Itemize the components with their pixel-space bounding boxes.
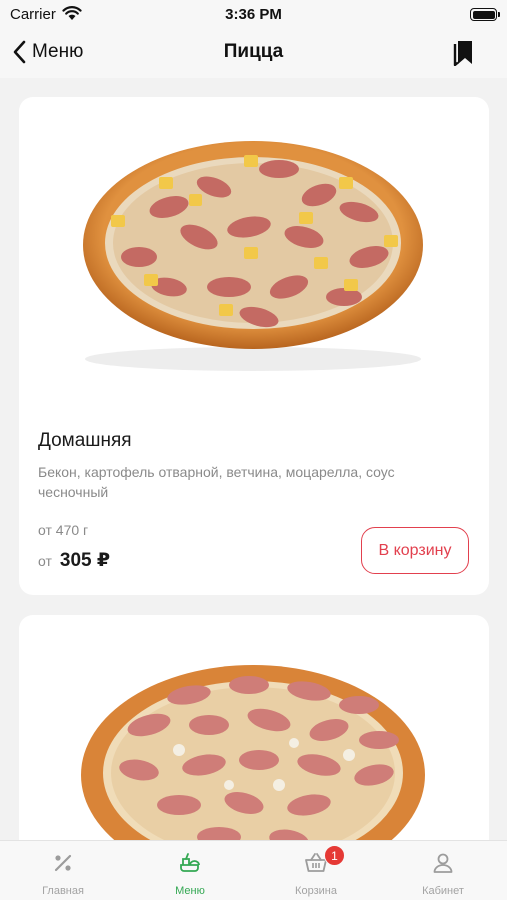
tab-account[interactable]: Кабинет <box>380 841 506 900</box>
status-time: 3:36 PM <box>225 6 282 23</box>
back-label: Меню <box>32 41 84 62</box>
menu-food-icon <box>180 853 200 872</box>
price-prefix: от <box>38 553 52 569</box>
bookmark-icon[interactable] <box>453 40 475 66</box>
chevron-left-icon <box>13 40 26 64</box>
product-price: 305 ₽ <box>59 550 111 571</box>
product-card[interactable]: Домашняя Бекон, картофель отварной, ветч… <box>19 97 489 595</box>
price-row: от 305 ₽ <box>38 549 110 572</box>
percent-icon <box>54 854 72 872</box>
tab-bar: Главная Меню 1 Корзина Кабинет <box>0 840 507 900</box>
navigation-bar: Меню Пицца <box>0 28 507 78</box>
cart-count-badge: 1 <box>324 845 345 866</box>
tab-menu[interactable]: Меню <box>127 841 253 900</box>
pizza-image <box>19 97 489 397</box>
product-description: Бекон, картофель отварной, ветчина, моца… <box>38 464 395 500</box>
tab-home[interactable]: Главная <box>0 841 126 900</box>
product-card[interactable] <box>19 615 489 855</box>
tab-label: Корзина <box>295 885 337 897</box>
pizza-image <box>19 625 489 855</box>
tab-label: Кабинет <box>422 885 464 897</box>
tab-cart[interactable]: 1 Корзина <box>253 841 379 900</box>
tab-label: Меню <box>175 885 205 897</box>
user-icon <box>433 853 453 873</box>
back-button[interactable]: Меню <box>12 40 83 64</box>
add-to-cart-button[interactable]: В корзину <box>361 527 469 574</box>
status-bar: Carrier 3:36 PM <box>0 0 507 28</box>
product-name: Домашняя <box>38 430 132 451</box>
product-weight: от 470 г <box>38 522 89 538</box>
tab-label: Главная <box>42 885 84 897</box>
battery-icon <box>470 8 500 21</box>
